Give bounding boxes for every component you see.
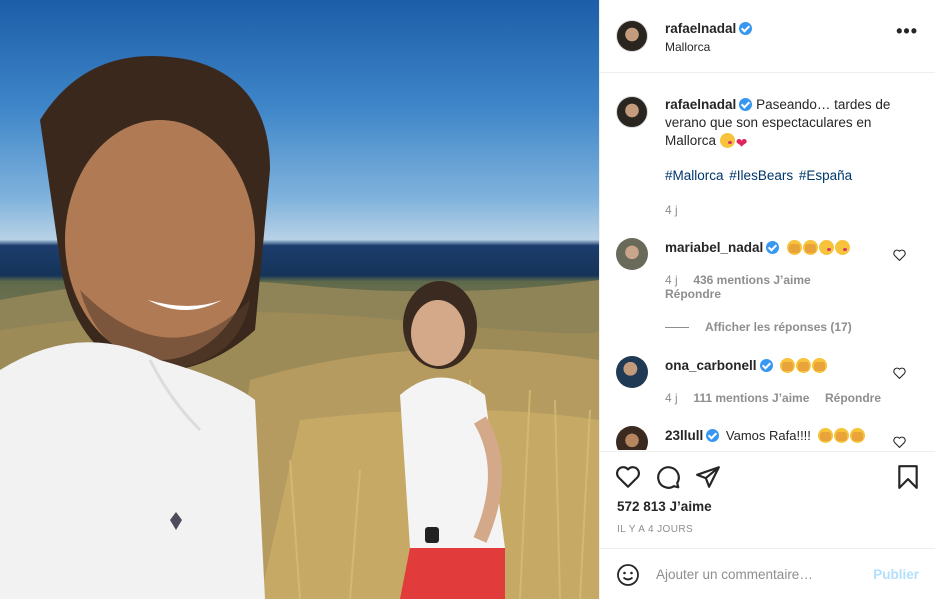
caption: rafaelnadal Paseando… tardes de verano q… (665, 96, 920, 151)
verified-icon (759, 359, 773, 372)
comment-likes[interactable]: 436 mentions J’aime (693, 273, 810, 287)
view-replies-label: Afficher les réponses (17) (705, 320, 852, 334)
like-comment-heart-icon[interactable] (893, 367, 906, 379)
share-icon[interactable] (695, 464, 721, 490)
comment-icon[interactable] (655, 464, 681, 490)
smile-icon[interactable] (616, 563, 640, 587)
kiss-emoji-icon (719, 133, 735, 148)
hashtag-link[interactable]: #España (799, 168, 852, 183)
comment-row: 23llull Vamos Rafa!!!! (665, 428, 866, 443)
post-photo[interactable] (0, 0, 599, 599)
comment-row: ona_carbonell (665, 358, 828, 373)
likes-count[interactable]: 572 813 J’aime (617, 499, 712, 514)
author-avatar[interactable] (616, 20, 648, 52)
post-timestamp[interactable]: IL Y A 4 JOURS (617, 524, 693, 535)
like-comment-heart-icon[interactable] (893, 436, 906, 448)
raised-hands-emoji-icon (849, 428, 865, 443)
heart-emoji-icon: ❤ (735, 135, 748, 151)
hashtag-link[interactable]: #Mallorca (665, 168, 724, 183)
comment-author[interactable]: mariabel_nadal (665, 240, 763, 255)
caption-time[interactable]: 4 j (665, 203, 678, 217)
like-comment-heart-icon[interactable] (893, 249, 906, 261)
verified-icon (766, 241, 780, 254)
add-comment-bar: Publier (600, 548, 935, 599)
post-location[interactable]: Mallorca (665, 40, 710, 54)
raised-hands-emoji-icon (817, 428, 833, 443)
caption-avatar[interactable] (616, 96, 648, 128)
comment-row: mariabel_nadal (665, 240, 851, 255)
verified-icon (739, 98, 753, 111)
replies-divider (665, 327, 689, 329)
raised-hands-emoji-icon (786, 240, 802, 255)
post-sidebar: rafaelnadal Mallorca ••• rafaelnadal Pas… (599, 0, 935, 599)
comment-time[interactable]: 4 j (665, 391, 678, 405)
caption-hashtags: #Mallorca #IlesBears #España (665, 168, 854, 183)
more-icon[interactable]: ••• (896, 22, 918, 40)
heart-icon[interactable] (615, 464, 641, 490)
comment-text: Vamos Rafa!!!! (725, 428, 811, 443)
raised-hands-emoji-icon (812, 358, 828, 373)
comment-author[interactable]: ona_carbonell (665, 358, 757, 373)
author-username[interactable]: rafaelnadal (665, 21, 736, 36)
raised-hands-emoji-icon (796, 358, 812, 373)
publish-button[interactable]: Publier (873, 567, 919, 582)
reply-button[interactable]: Répondre (825, 391, 881, 405)
reply-button[interactable]: Répondre (665, 287, 721, 301)
raised-hands-emoji-icon (802, 240, 818, 255)
post-actions: 572 813 J’aime IL Y A 4 JOURS (600, 451, 935, 549)
kiss-emoji-icon (818, 240, 834, 255)
comment-likes[interactable]: 111 mentions J’aime (693, 391, 809, 405)
comments-list[interactable]: rafaelnadal Paseando… tardes de verano q… (600, 74, 935, 450)
comment-avatar[interactable] (616, 426, 648, 450)
post-header: rafaelnadal Mallorca ••• (600, 0, 935, 73)
kiss-emoji-icon (834, 240, 850, 255)
caption-author[interactable]: rafaelnadal (665, 97, 736, 112)
comment-time[interactable]: 4 j (665, 273, 678, 287)
comment-meta: 4 j 436 mentions J’aime (665, 272, 811, 287)
raised-hands-emoji-icon (833, 428, 849, 443)
comment-avatar[interactable] (616, 356, 648, 388)
author-name-row: rafaelnadal (665, 21, 753, 36)
comment-avatar[interactable] (616, 238, 648, 270)
comment-input[interactable] (656, 563, 856, 585)
hashtag-link[interactable]: #IlesBears (729, 168, 793, 183)
verified-icon (706, 429, 720, 442)
bookmark-icon[interactable] (895, 464, 921, 490)
verified-icon (739, 22, 753, 35)
view-replies-button[interactable]: Afficher les réponses (17) (665, 320, 852, 334)
comment-author[interactable]: 23llull (665, 428, 703, 443)
comment-meta: 4 j 111 mentions J’aime Répondre (665, 390, 881, 405)
photo-scene (0, 56, 599, 599)
raised-hands-emoji-icon (780, 358, 796, 373)
